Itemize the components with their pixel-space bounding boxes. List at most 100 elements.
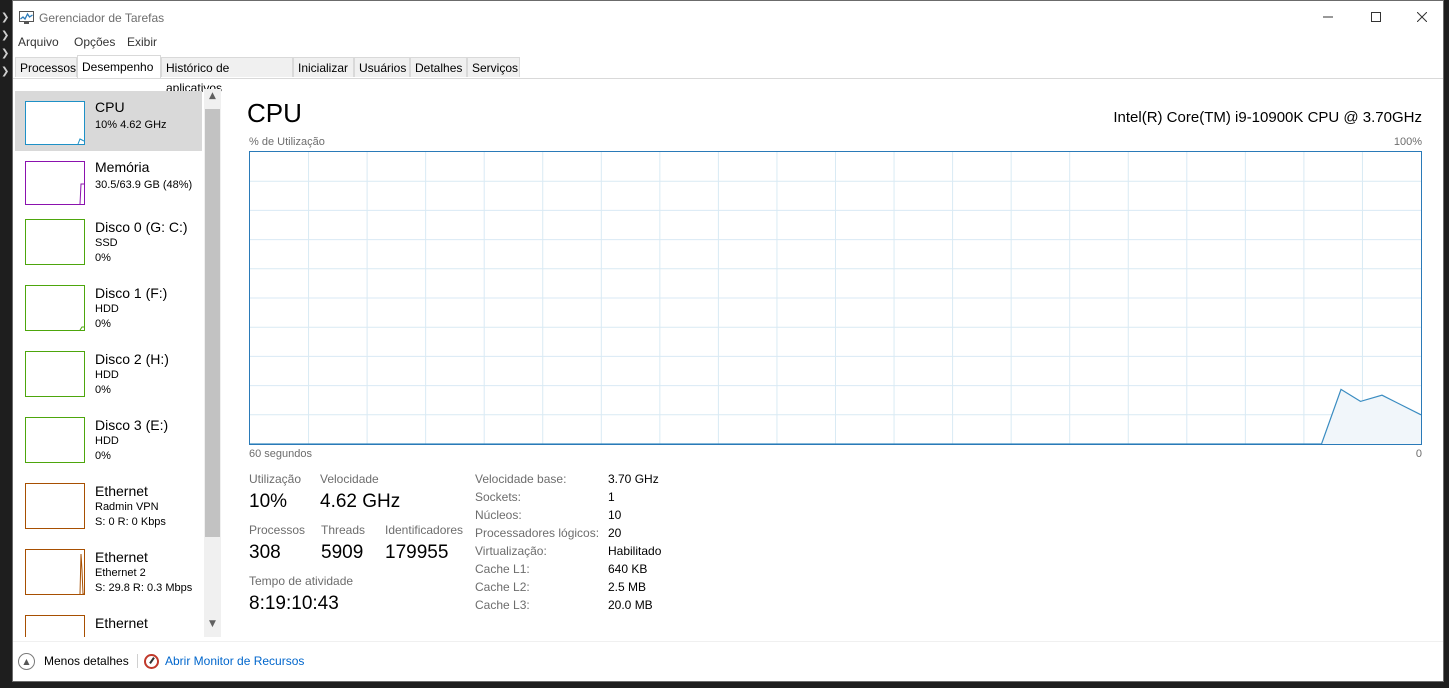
tab-performance[interactable]: Desempenho (77, 55, 161, 78)
sidebar-item-detail: Radmin VPN (95, 501, 159, 513)
threads-value: 5909 (321, 542, 364, 563)
fewer-details-button[interactable]: ▲ Menos detalhes (18, 651, 129, 671)
close-button[interactable] (1399, 1, 1443, 33)
sidebar-item-detail: HDD (95, 435, 119, 447)
tab-startup[interactable]: Inicializar (293, 57, 354, 77)
maximize-icon (1371, 12, 1381, 22)
spec-label: Núcleos: (475, 508, 522, 522)
threads-label: Threads (321, 523, 366, 537)
resource-monitor-icon (144, 653, 159, 669)
spec-value: 20.0 MB (608, 598, 653, 612)
divider (137, 654, 138, 668)
tab-services[interactable]: Serviços (467, 57, 520, 77)
sidebar-item-title: Disco 1 (F:) (95, 285, 168, 301)
ethernet-thumbnail-graph (25, 549, 85, 595)
menu-bar: Arquivo Opções Exibir (13, 33, 1443, 53)
sidebar-scrollbar[interactable]: ▲ ▼ (204, 89, 221, 637)
disk-thumbnail-graph (25, 285, 85, 331)
graph-x-label: 60 segundos (249, 448, 312, 460)
bottom-bar: ▲ Menos detalhes Abrir Monitor de Recurs… (13, 641, 1443, 681)
spec-label: Cache L1: (475, 562, 530, 576)
sidebar-item-title: Memória (95, 159, 150, 175)
disk-thumbnail-graph (25, 417, 85, 463)
spec-label: Cache L2: (475, 580, 530, 594)
sidebar-item-ethernet-radmin[interactable]: Ethernet Radmin VPN S: 0 R: 0 Kbps (15, 475, 202, 535)
uptime-value: 8:19:10:43 (249, 593, 339, 614)
cpu-detail-panel: CPU Intel(R) Core(TM) i9-10900K CPU @ 3.… (247, 89, 1437, 639)
minimize-icon (1323, 16, 1333, 18)
sidebar-item-detail: SSD (95, 237, 118, 249)
cpu-utilization-graph (249, 151, 1422, 445)
sidebar-item-detail: 30.5/63.9 GB (48%) (95, 179, 193, 191)
tab-processes[interactable]: Processos (15, 57, 77, 77)
sidebar-item-detail: 10% 4.62 GHz (95, 119, 167, 131)
sidebar-item-disk-1[interactable]: Disco 1 (F:) HDD 0% (15, 277, 202, 337)
tab-app-history[interactable]: Histórico de aplicativos (161, 57, 293, 95)
ethernet-thumbnail-graph (25, 483, 85, 529)
chevron-right-icon: ❯ (1, 66, 10, 77)
graph-y-min: 0 (1415, 448, 1422, 460)
graph-y-max: 100% (1393, 136, 1422, 148)
handles-value: 179955 (385, 542, 449, 563)
open-resource-monitor-label: Abrir Monitor de Recursos (165, 654, 305, 668)
sidebar-item-title: Disco 2 (H:) (95, 351, 169, 367)
cpu-model-name: Intel(R) Core(TM) i9-10900K CPU @ 3.70GH… (1113, 109, 1422, 126)
graph-y-label: % de Utilização (249, 136, 325, 148)
scroll-up-icon[interactable]: ▲ (204, 91, 221, 107)
spec-label: Processadores lógicos: (475, 526, 600, 540)
tab-details[interactable]: Detalhes (410, 57, 467, 77)
minimize-button[interactable] (1305, 1, 1351, 33)
menu-file[interactable]: Arquivo (18, 35, 59, 49)
chevron-right-icon: ❯ (1, 30, 10, 41)
uptime-label: Tempo de atividade (249, 574, 354, 588)
sidebar-item-ethernet-2[interactable]: Ethernet Ethernet 2 S: 29.8 R: 0.3 Mbps (15, 541, 202, 601)
task-manager-window: Gerenciador de Tarefas Arquivo Opções Ex… (12, 0, 1444, 682)
sidebar-item-disk-2[interactable]: Disco 2 (H:) HDD 0% (15, 343, 202, 403)
page-title: CPU (247, 98, 302, 128)
scrollbar-thumb[interactable] (205, 109, 220, 537)
title-bar[interactable]: Gerenciador de Tarefas (13, 1, 1443, 33)
chevron-right-icon: ❯ (1, 12, 10, 23)
chevron-up-icon: ▲ (18, 652, 35, 670)
sidebar-item-detail: HDD (95, 369, 119, 381)
spec-value: 20 (608, 526, 622, 540)
sidebar-item-memory[interactable]: Memória 30.5/63.9 GB (48%) (15, 151, 202, 211)
spec-value: 3.70 GHz (608, 472, 659, 486)
utilization-label: Utilização (249, 472, 302, 486)
sidebar-item-detail: HDD (95, 303, 119, 315)
cpu-thumbnail-graph (25, 101, 85, 145)
spec-label: Sockets: (475, 490, 522, 504)
spec-value: 1 (608, 490, 615, 504)
spec-value: 10 (608, 508, 622, 522)
sidebar-item-title: Ethernet (95, 615, 148, 631)
close-icon (1417, 12, 1427, 22)
sidebar-item-usage: 0% (95, 318, 111, 330)
sidebar-item-disk-0[interactable]: Disco 0 (G: C:) SSD 0% (15, 211, 202, 271)
scroll-down-icon[interactable]: ▼ (204, 619, 221, 635)
sidebar-item-title: Disco 0 (G: C:) (95, 219, 188, 235)
speed-label: Velocidade (320, 472, 379, 486)
sidebar-item-title: CPU (95, 99, 125, 115)
memory-thumbnail-graph (25, 161, 85, 205)
fewer-details-label: Menos detalhes (44, 654, 129, 668)
spec-value: Habilitado (608, 544, 662, 558)
speed-value: 4.62 GHz (320, 491, 401, 512)
sidebar-item-throughput: S: 29.8 R: 0.3 Mbps (95, 582, 193, 594)
chevron-right-icon: ❯ (1, 48, 10, 59)
sidebar-item-ethernet-3[interactable]: Ethernet (15, 607, 202, 637)
menu-view[interactable]: Exibir (127, 35, 157, 49)
tab-users[interactable]: Usuários (354, 57, 410, 77)
maximize-button[interactable] (1353, 1, 1399, 33)
handles-label: Identificadores (385, 523, 464, 537)
sidebar-item-disk-3[interactable]: Disco 3 (E:) HDD 0% (15, 409, 202, 469)
utilization-value: 10% (249, 491, 288, 512)
sidebar-item-title: Ethernet (95, 549, 148, 565)
menu-options[interactable]: Opções (74, 35, 115, 49)
sidebar-item-cpu[interactable]: CPU 10% 4.62 GHz (15, 91, 202, 151)
spec-label: Velocidade base: (475, 472, 567, 486)
open-resource-monitor-link[interactable]: Abrir Monitor de Recursos (144, 651, 304, 671)
sidebar-item-usage: 0% (95, 252, 111, 264)
spec-label: Virtualização: (475, 544, 547, 558)
disk-thumbnail-graph (25, 219, 85, 265)
spec-value: 2.5 MB (608, 580, 647, 594)
